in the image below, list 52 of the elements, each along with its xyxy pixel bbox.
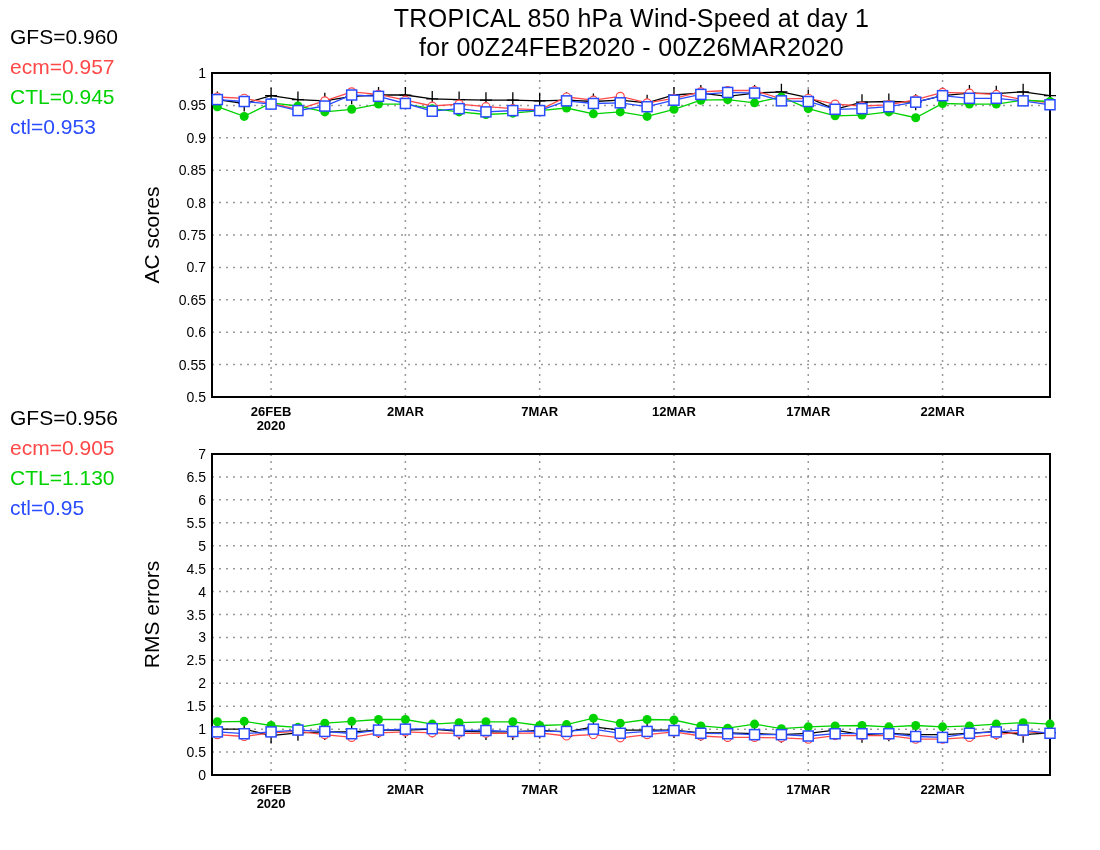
axis-tick-label: 2.5 (186, 652, 206, 669)
legend-label: ecm=0.905 (10, 435, 115, 461)
axis-tick-label: 0.65 (178, 291, 206, 308)
axis-tick-label: 0.8 (186, 194, 206, 211)
axis-tick-label: 0.75 (178, 227, 206, 243)
axis-tick-label: 1 (198, 721, 206, 738)
legend-label: ctl=0.95 (10, 495, 85, 521)
axis-tick-label: 1.5 (186, 698, 206, 715)
axis-tick-label: 3.5 (186, 606, 206, 623)
axis-tick-label: 0.5 (186, 389, 206, 405)
axis-tick-label: 0.6 (186, 324, 206, 341)
axis-tick-label: 0.5 (186, 744, 206, 761)
axis-tick-label: 6 (198, 491, 206, 508)
axis-tick-label: 0.95 (178, 97, 206, 114)
axis-tick-label: 1 (198, 65, 206, 81)
axis-tick-label: 7MAR (521, 404, 559, 419)
legend-label: GFS=0.956 (10, 405, 118, 431)
axis-tick-label: 4.5 (186, 560, 206, 577)
axis-tick-label: 0.55 (178, 356, 206, 373)
axis-tick-label: 12MAR (651, 782, 696, 797)
axis-tick-label: 26FEB (250, 404, 292, 419)
legend-label: CTL=1.130 (10, 465, 115, 491)
axis-tick-label: 0.9 (186, 129, 206, 146)
axis-tick-label: 5 (198, 537, 206, 554)
axis-tick-label: 2MAR (386, 782, 424, 797)
axis-tick-label: 22MAR (920, 782, 965, 797)
axis-tick-label: 2 (198, 675, 206, 692)
legend-label: ctl=0.953 (10, 114, 96, 140)
axis-tick-label: 4 (198, 583, 206, 600)
axis-tick-label: 17MAR (786, 782, 831, 797)
axis-tick-label: 7 (198, 446, 206, 462)
axis-tick-label: 26FEB (250, 782, 292, 797)
axis-tick-label: 2MAR (386, 404, 424, 419)
axis-tick-label: 6.5 (186, 468, 206, 485)
legend-label: GFS=0.960 (10, 24, 118, 50)
axis-tick-label: 3 (198, 629, 206, 646)
axis-tick-label: 0.7 (186, 259, 206, 276)
legend-label: ecm=0.957 (10, 54, 115, 80)
axis-tick-label: 7MAR (521, 782, 559, 797)
axis-tick-label: 5.5 (186, 514, 206, 531)
axis-tick-label: 22MAR (920, 404, 965, 419)
axis-title: RMS errors (140, 560, 163, 669)
axis-tick-label: 17MAR (786, 404, 831, 419)
axis-tick-label: 0 (198, 767, 206, 783)
axis-tick-label: 2020 (256, 418, 286, 433)
axis-tick-label: 12MAR (651, 404, 696, 419)
chart-title: for 00Z24FEB2020 - 00Z26MAR2020 (419, 33, 844, 62)
axis-title: AC scores (140, 186, 163, 284)
chart-title: TROPICAL 850 hPa Wind-Speed at day 1 (393, 4, 870, 33)
axis-tick-label: 0.85 (178, 162, 206, 179)
legend-label: CTL=0.945 (10, 84, 115, 110)
axis-tick-label: 2020 (256, 796, 286, 811)
